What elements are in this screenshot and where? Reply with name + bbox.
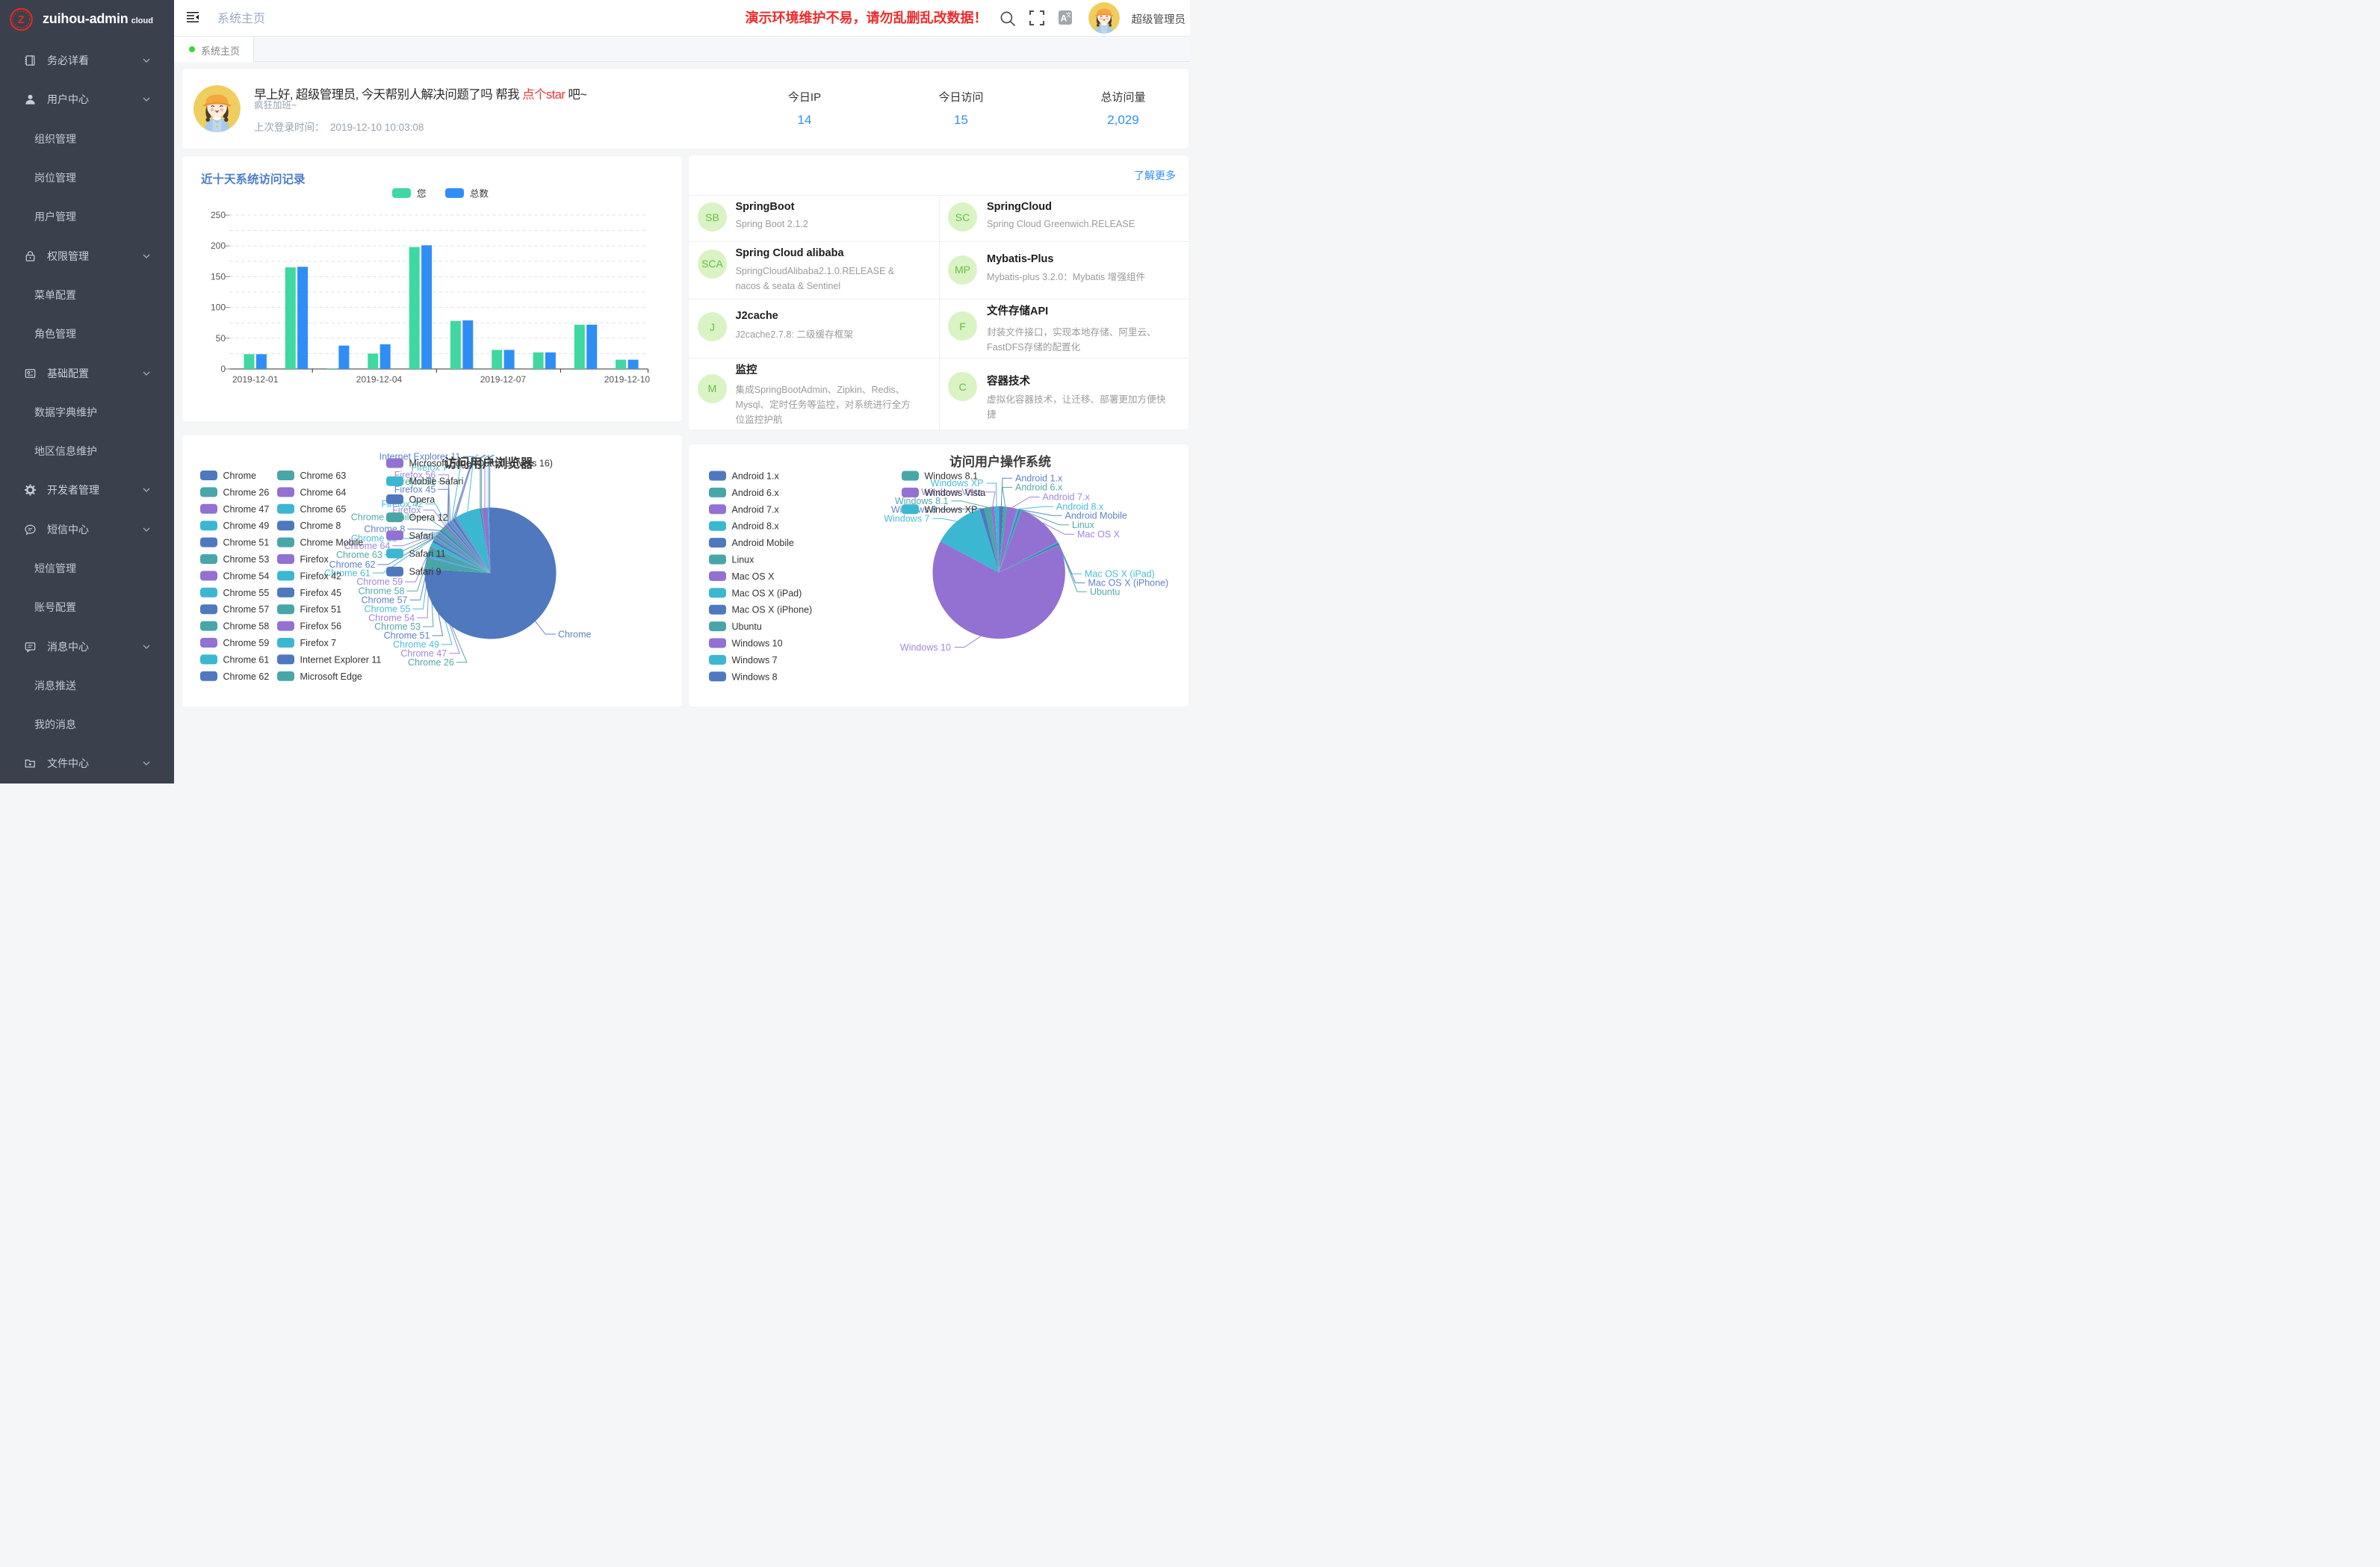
svg-text:Chrome 63: Chrome 63: [335, 550, 382, 560]
svg-text:Firefox 45: Firefox 45: [300, 588, 341, 598]
svg-text:250: 250: [210, 210, 225, 220]
svg-text:Safari: Safari: [409, 530, 433, 541]
svg-text:Android 6.x: Android 6.x: [731, 487, 779, 497]
svg-text:Firefox: Firefox: [300, 554, 329, 565]
svg-text:2019-12-01: 2019-12-01: [232, 374, 279, 385]
svg-text:总数: 总数: [470, 187, 489, 199]
svg-text:Windows 8.1: Windows 8.1: [924, 471, 978, 481]
svg-text:Opera 12: Opera 12: [409, 512, 447, 523]
svg-text:Mobile Safari: Mobile Safari: [409, 477, 463, 487]
svg-text:Mac OS X: Mac OS X: [731, 571, 775, 581]
svg-text:Windows 10: Windows 10: [731, 638, 782, 648]
svg-text:Chrome 8: Chrome 8: [300, 521, 341, 531]
svg-text:Opera: Opera: [409, 494, 435, 505]
svg-text:Windows 7: Windows 7: [884, 513, 929, 524]
svg-text:Ubuntu: Ubuntu: [1090, 586, 1120, 597]
svg-text:Windows XP: Windows XP: [924, 504, 977, 515]
svg-text:Internet Explorer 11: Internet Explorer 11: [300, 654, 381, 665]
svg-text:Firefox 51: Firefox 51: [300, 604, 341, 615]
svg-text:Chrome: Chrome: [558, 630, 592, 640]
svg-text:访问用户操作系统: 访问用户操作系统: [949, 454, 1051, 469]
svg-text:Windows Vista: Windows Vista: [924, 487, 985, 497]
svg-text:Safari 11: Safari 11: [409, 549, 445, 559]
svg-text:Windows 8: Windows 8: [731, 671, 777, 682]
svg-text:Chrome 57: Chrome 57: [223, 604, 269, 615]
svg-text:Chrome 53: Chrome 53: [223, 554, 269, 565]
svg-text:近十天系统访问记录: 近十天系统访问记录: [201, 172, 306, 186]
svg-text:Chrome 58: Chrome 58: [223, 621, 269, 632]
svg-text:Chrome 62: Chrome 62: [223, 671, 269, 682]
svg-text:150: 150: [210, 271, 225, 282]
svg-text:Z: Z: [18, 13, 25, 26]
svg-text:Chrome 59: Chrome 59: [223, 638, 269, 648]
svg-text:Chrome Mobile: Chrome Mobile: [300, 538, 363, 548]
svg-text:Windows 10: Windows 10: [899, 642, 950, 653]
svg-text:Android 8.x: Android 8.x: [731, 521, 779, 531]
svg-text:200: 200: [210, 241, 225, 251]
svg-text:Safari 9: Safari 9: [409, 567, 441, 577]
svg-text:文: 文: [1066, 11, 1072, 19]
svg-text:Ubuntu: Ubuntu: [731, 621, 761, 632]
svg-text:Mac OS X (iPhone): Mac OS X (iPhone): [731, 604, 812, 615]
svg-text:Chrome 47: Chrome 47: [223, 504, 269, 515]
svg-text:Chrome: Chrome: [223, 471, 256, 481]
svg-text:Chrome 63: Chrome 63: [300, 471, 346, 481]
svg-text:Android 1.x: Android 1.x: [731, 471, 779, 481]
svg-text:Chrome 61: Chrome 61: [223, 654, 269, 665]
svg-text:Chrome 26: Chrome 26: [223, 487, 269, 497]
svg-text:Chrome 54: Chrome 54: [223, 571, 269, 581]
svg-text:Chrome 64: Chrome 64: [300, 487, 346, 497]
svg-text:2019-12-07: 2019-12-07: [480, 374, 526, 385]
svg-text:Chrome 26: Chrome 26: [408, 657, 454, 668]
svg-text:0: 0: [220, 364, 226, 374]
svg-text:Firefox 7: Firefox 7: [300, 638, 336, 648]
svg-text:Microsoft Edge (Outdated Vers: Microsoft Edge (Outdated Vers 16): [409, 459, 552, 469]
svg-text:100: 100: [210, 302, 225, 312]
svg-text:Chrome Mobile: Chrome Mobile: [350, 512, 414, 523]
svg-text:Chrome 51: Chrome 51: [223, 538, 269, 548]
svg-text:Mac OS X: Mac OS X: [1077, 529, 1121, 539]
svg-text:Firefox 42: Firefox 42: [300, 571, 341, 581]
svg-text:Android 6.x: Android 6.x: [1015, 482, 1063, 492]
svg-text:Android 7.x: Android 7.x: [731, 504, 779, 515]
svg-text:Linux: Linux: [731, 554, 754, 565]
svg-text:Chrome 49: Chrome 49: [223, 521, 269, 531]
svg-text:Mac OS X (iPad): Mac OS X (iPad): [731, 588, 802, 598]
svg-text:Firefox 56: Firefox 56: [300, 621, 341, 632]
svg-text:Chrome 55: Chrome 55: [223, 588, 269, 598]
svg-text:您: 您: [417, 187, 427, 199]
svg-text:Microsoft Edge: Microsoft Edge: [300, 671, 362, 682]
svg-text:50: 50: [215, 332, 226, 343]
svg-text:Android Mobile: Android Mobile: [731, 538, 793, 548]
svg-text:Windows 7: Windows 7: [731, 654, 777, 665]
svg-text:2019-12-04: 2019-12-04: [356, 374, 402, 385]
svg-text:Chrome 65: Chrome 65: [300, 504, 346, 515]
svg-text:2019-12-10: 2019-12-10: [604, 374, 650, 385]
